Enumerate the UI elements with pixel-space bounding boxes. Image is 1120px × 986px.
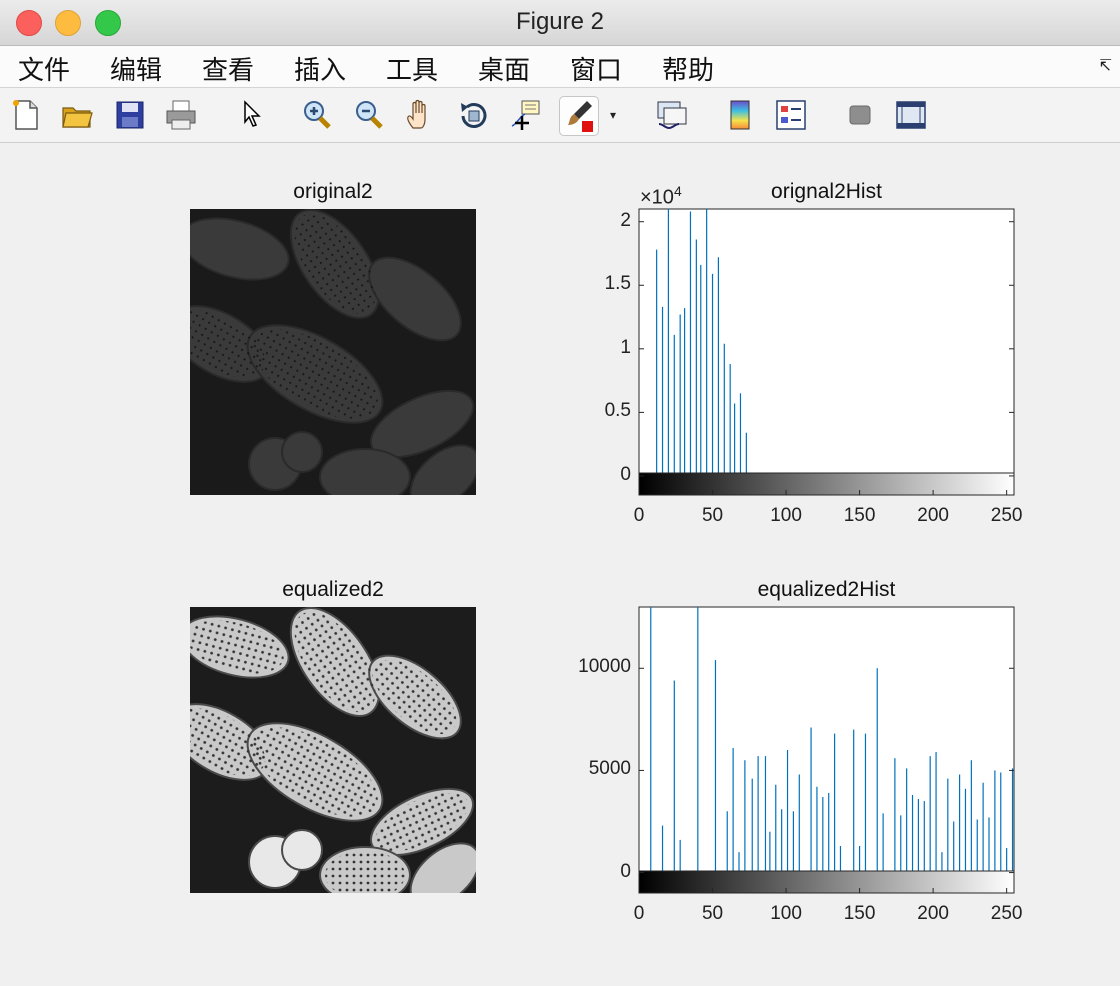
orig-xtick-label: 150 <box>843 505 876 526</box>
orig-ytick-label: 2 <box>620 209 631 231</box>
orig-xtick-label: 250 <box>990 505 1023 526</box>
orig-xtick-label: 100 <box>770 505 802 526</box>
orig-ytick-label: 1.5 <box>604 273 631 295</box>
orig-ytick-label: 1 <box>620 336 631 358</box>
eq-xtick-label: 150 <box>843 903 876 924</box>
eq-xtick-label: 0 <box>633 903 645 924</box>
eq-gray-colorbar <box>638 870 1015 894</box>
eq-plot-frame <box>638 606 1015 894</box>
eq-xtick-label: 50 <box>701 903 724 924</box>
orig-ytick-label: 0.5 <box>604 400 631 422</box>
orig-ytick-label: 0 <box>620 463 631 485</box>
eq-xtick-label: 200 <box>917 903 949 924</box>
orig-xtick-label: 0 <box>633 505 645 526</box>
orig-xtick-label: 200 <box>917 505 949 526</box>
eq-xtick-label: 250 <box>990 903 1023 924</box>
eq-ytick-label: 10000 <box>578 656 631 678</box>
eq-xtick-label: 100 <box>770 903 802 924</box>
orig-xtick-label: 50 <box>701 505 724 526</box>
original-histogram-chart <box>638 208 1015 894</box>
orig-gray-colorbar <box>638 472 1015 496</box>
eq-ytick-label: 0 <box>620 860 631 882</box>
eq-ytick-label: 5000 <box>588 758 631 780</box>
orig-plot-frame <box>638 208 1015 496</box>
